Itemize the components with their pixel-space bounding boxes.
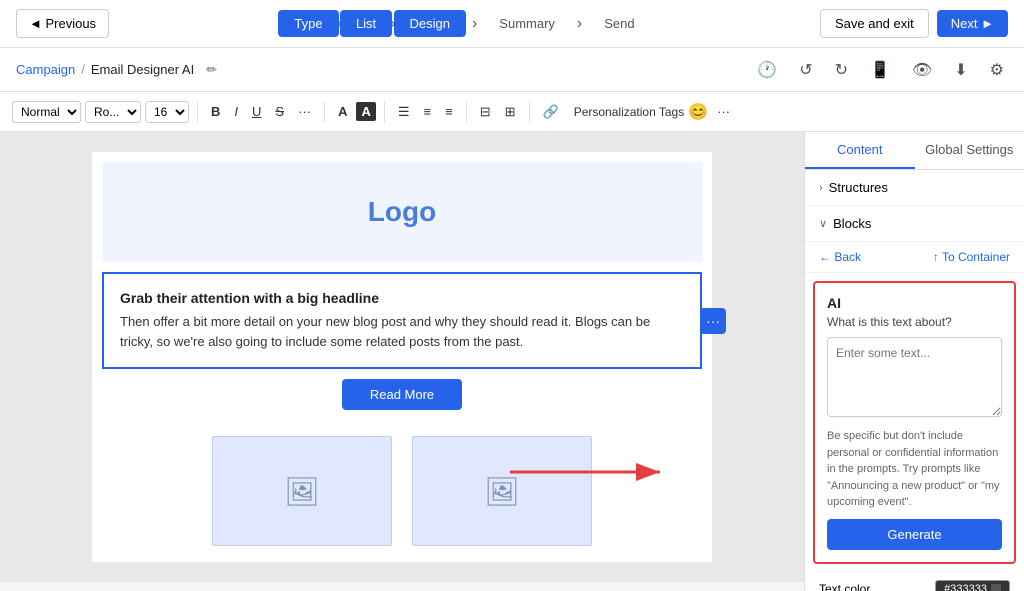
align-left-button[interactable]: ☰	[393, 101, 415, 123]
text-color-value: #333333	[944, 583, 987, 591]
ai-hint: Be specific but don't include personal o…	[827, 428, 1002, 511]
structures-section: › Structures	[805, 170, 1024, 206]
save-exit-button[interactable]: Save and exit	[820, 9, 929, 38]
divider-4	[466, 102, 467, 122]
personalization-tags[interactable]: Personalization Tags	[574, 105, 685, 119]
align-center-button[interactable]: ≡	[419, 101, 437, 122]
steps-container: Type › List › Design › Summary › Send	[278, 10, 650, 37]
back-link[interactable]: ← Back	[819, 250, 861, 264]
logo-block[interactable]: Logo	[102, 162, 702, 262]
divider-5	[529, 102, 530, 122]
blocks-header[interactable]: ∨ Blocks	[805, 206, 1024, 241]
main-container: Logo Grab their attention with a big hea…	[0, 132, 1024, 591]
step-arrow-4: ›	[577, 15, 582, 33]
content-headline: Grab their attention with a big headline	[120, 290, 684, 306]
bg-color-button[interactable]: A	[356, 102, 375, 121]
ai-textarea[interactable]	[827, 337, 1002, 417]
size-select[interactable]: 16	[145, 101, 189, 123]
blocks-label: Blocks	[833, 216, 871, 231]
bold-button[interactable]: B	[206, 101, 225, 122]
divider-3	[384, 102, 385, 122]
text-color-swatch[interactable]: #333333	[935, 580, 1010, 591]
image-icon-2: 🖼	[484, 475, 520, 508]
content-dots-button[interactable]: ···	[700, 308, 726, 334]
underline-button[interactable]: U	[247, 101, 266, 122]
emoji-icon[interactable]: 😊	[688, 102, 708, 122]
font-color-button[interactable]: A	[333, 101, 352, 122]
style-select[interactable]: Normal	[12, 101, 81, 123]
image-placeholder-1[interactable]: 🖼	[212, 436, 392, 546]
top-right-buttons: Save and exit Next ►	[820, 9, 1008, 38]
indent-button[interactable]: ⊞	[500, 101, 521, 123]
download-icon[interactable]: ⬇	[950, 56, 971, 84]
top-nav: ◄ Previous Type › List › Design › Summar…	[0, 0, 1024, 48]
color-corner-icon	[991, 584, 1001, 591]
italic-button[interactable]: I	[229, 101, 243, 122]
read-more-row: Read More	[92, 379, 712, 410]
link-button[interactable]: 🔗	[538, 101, 564, 123]
canvas-wrapper: Logo Grab their attention with a big hea…	[0, 132, 804, 591]
toolbar: Normal Ro... 16 B I U S ··· A A ☰ ≡ ≡ ⊟ …	[0, 92, 1024, 132]
eye-icon[interactable]: 👁	[908, 56, 936, 84]
more-button-1[interactable]: ···	[293, 101, 316, 122]
logo-text: Logo	[368, 196, 436, 228]
right-panel: Content Global Settings › Structures ∨ B…	[804, 132, 1024, 591]
canvas-area: Logo Grab their attention with a big hea…	[0, 132, 804, 582]
list-button[interactable]: ⊟	[475, 101, 496, 123]
panel-nav-row: ← Back ↑ To Container	[805, 242, 1024, 273]
step-arrow-3: ›	[472, 15, 477, 33]
strikethrough-button[interactable]: S	[270, 101, 289, 122]
to-container-link[interactable]: ↑ To Container	[933, 250, 1010, 264]
undo-icon[interactable]: ↺	[795, 56, 816, 84]
divider-2	[324, 102, 325, 122]
clock-icon[interactable]: 🕐	[753, 56, 781, 84]
breadcrumb-page: Email Designer AI	[91, 62, 194, 77]
ai-panel: AI What is this text about? Be specific …	[813, 281, 1016, 564]
step-design[interactable]: Design	[394, 10, 466, 37]
ai-subtitle: What is this text about?	[827, 315, 1002, 329]
preview-icon[interactable]: 📱	[866, 56, 894, 84]
font-select[interactable]: Ro...	[85, 101, 141, 123]
image-row: 🖼 🖼	[92, 420, 712, 562]
read-more-button[interactable]: Read More	[342, 379, 462, 410]
redo-icon[interactable]: ↻	[831, 56, 852, 84]
step-send[interactable]: Send	[588, 10, 650, 37]
structures-label: Structures	[829, 180, 888, 195]
tab-global-settings[interactable]: Global Settings	[915, 132, 1024, 169]
text-color-label: Text color	[819, 582, 870, 591]
email-canvas: Logo Grab their attention with a big hea…	[92, 152, 712, 562]
edit-icon[interactable]: ✏	[206, 62, 217, 78]
content-body: Then offer a bit more detail on your new…	[120, 312, 684, 351]
image-icon-1: 🖼	[284, 475, 320, 508]
text-color-row: Text color #333333	[805, 572, 1024, 591]
blocks-section: ∨ Blocks	[805, 206, 1024, 242]
panel-tabs: Content Global Settings	[805, 132, 1024, 170]
chevron-down-icon: ∨	[819, 217, 827, 230]
breadcrumb-separator: /	[81, 62, 85, 77]
breadcrumb-campaign[interactable]: Campaign	[16, 62, 75, 77]
content-block[interactable]: Grab their attention with a big headline…	[102, 272, 702, 369]
step-type[interactable]: Type	[278, 10, 338, 37]
breadcrumb-bar: Campaign / Email Designer AI ✏ 🕐 ↺ ↻ 📱 👁…	[0, 48, 1024, 92]
image-placeholder-2[interactable]: 🖼	[412, 436, 592, 546]
ai-title: AI	[827, 295, 1002, 311]
tab-content[interactable]: Content	[805, 132, 915, 169]
structures-header[interactable]: › Structures	[805, 170, 1024, 205]
ai-generate-button[interactable]: Generate	[827, 519, 1002, 550]
prev-button[interactable]: ◄ Previous	[16, 9, 109, 38]
breadcrumb: Campaign / Email Designer AI ✏	[16, 62, 217, 78]
step-summary[interactable]: Summary	[483, 10, 571, 37]
more-button-2[interactable]: ···	[712, 101, 735, 122]
breadcrumb-right-icons: 🕐 ↺ ↻ 📱 👁 ⬇ ⚙	[753, 56, 1008, 84]
settings-icon[interactable]: ⚙	[986, 56, 1008, 84]
step-list[interactable]: List	[340, 10, 392, 37]
content-block-wrapper: Grab their attention with a big headline…	[92, 272, 712, 369]
chevron-right-icon: ›	[819, 182, 823, 194]
next-button[interactable]: Next ►	[937, 10, 1008, 37]
align-right-button[interactable]: ≡	[440, 101, 458, 122]
divider-1	[197, 102, 198, 122]
